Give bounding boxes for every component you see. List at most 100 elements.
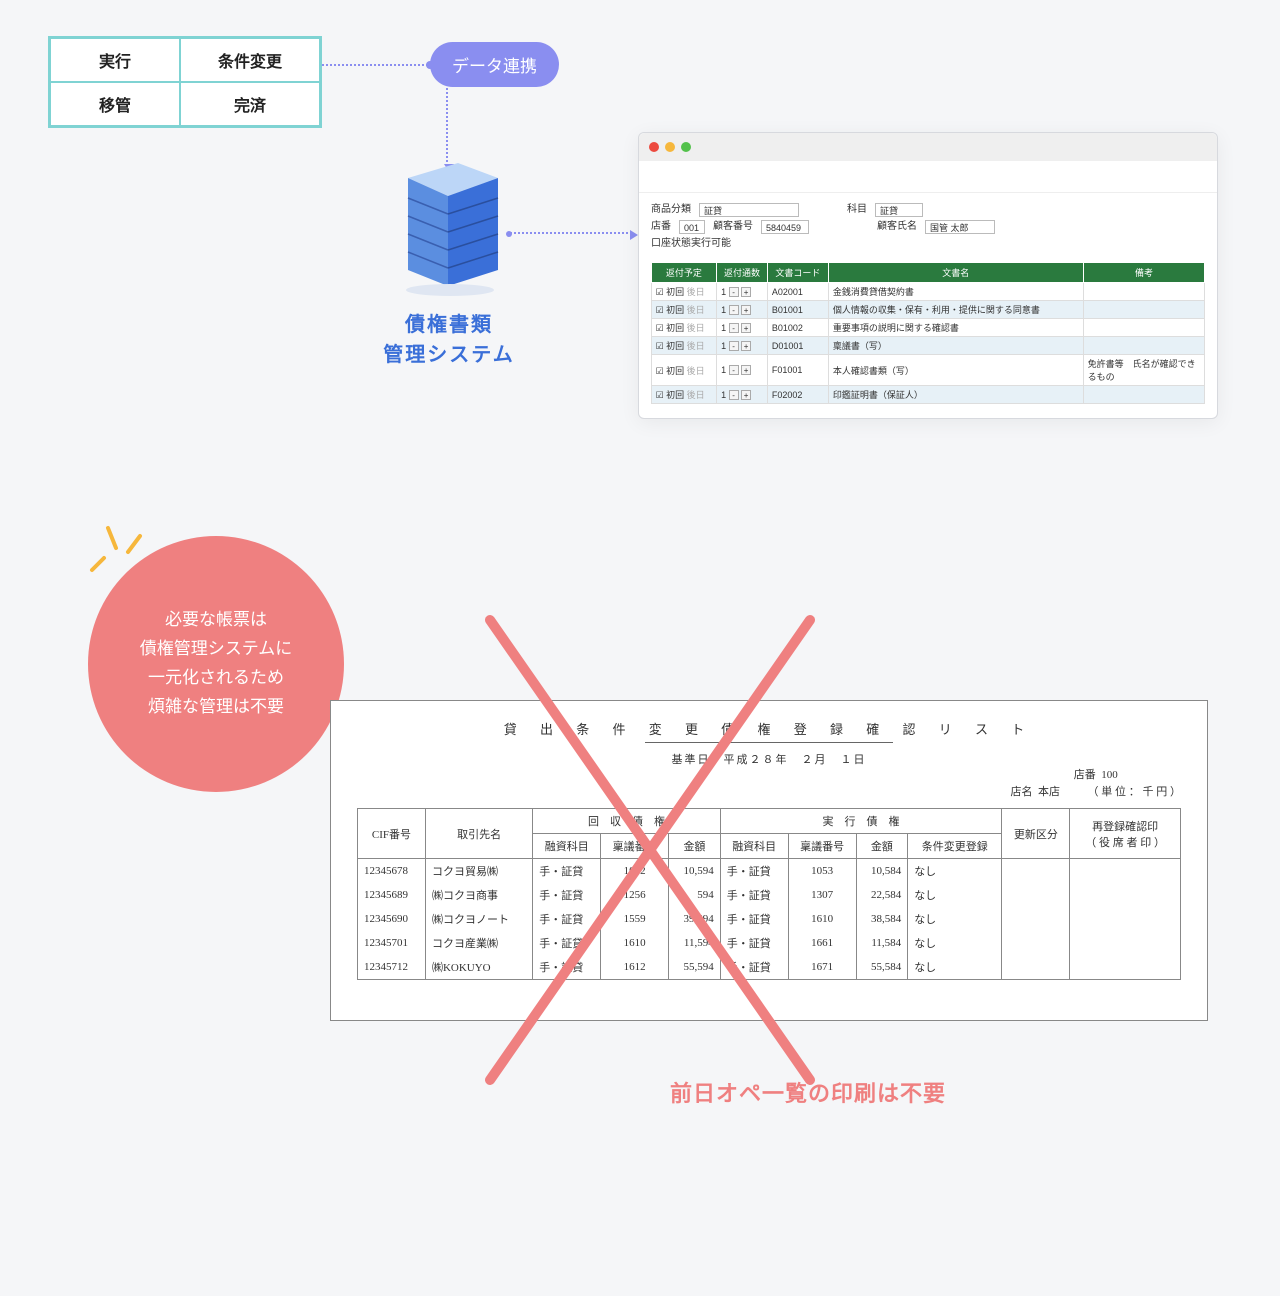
rc-s2: 手・証貸 [720,955,788,980]
field-custno[interactable]: 5840459 [761,220,809,234]
rc-cond: なし [908,931,1002,955]
rc-r2: 1307 [788,883,856,907]
doc-cell-count: 1 - + [717,301,768,319]
rc-cond: なし [908,907,1002,931]
rh-ringi2: 稟議番号 [788,834,856,859]
rc-a1: 594 [669,883,721,907]
rc-seal [1070,859,1181,884]
doc-cell-plan: ☑ 初回 後日 [651,355,717,386]
rc-r2: 1610 [788,907,856,931]
doc-row: ☑ 初回 後日1 - +B01001個人情報の収集・保有・利用・提供に関する同意… [651,301,1205,319]
field-branch[interactable]: 001 [679,220,705,234]
rh-seal-l2: （ 役 席 者 印 ） [1085,837,1165,849]
label-custno: 顧客番号 [713,218,753,235]
col-return-plan: 返付予定 [651,263,717,283]
rh-group2: 実 行 債 権 [720,809,1002,834]
field-subject[interactable]: 証貸 [875,203,923,217]
label-subject: 科目 [847,201,867,218]
col-return-count: 返付通数 [717,263,768,283]
doc-cell-count: 1 - + [717,319,768,337]
doc-cell-remark [1083,386,1205,404]
rc-client: ㈱KOKUYO [425,955,532,980]
rh-seal-l1: 再登録確認印 [1092,821,1158,833]
label-status: 口座状態実行可能 [651,235,1205,252]
rh-update: 更新区分 [1002,809,1070,859]
doc-cell-code: A02001 [767,283,828,301]
doc-cell-name: 本人確認書類（写） [828,355,1083,386]
rc-r1: 1002 [601,859,669,884]
report-title: 貸 出 条 件 変 更 債 権 登 録 確 認 リ ス ト [357,719,1181,738]
maximize-icon[interactable] [681,142,691,152]
doc-cell-count: 1 - + [717,283,768,301]
rc-a2: 38,584 [856,907,908,931]
report-branchnm: 本店 [1038,786,1060,798]
rc-s2: 手・証貸 [720,907,788,931]
rc-a2: 11,584 [856,931,908,955]
rc-client: コクヨ貿易㈱ [425,859,532,884]
doc-row: ☑ 初回 後日1 - +F01001本人確認書類（写）免許書等 氏名が確認できる… [651,355,1205,386]
col-doc-code: 文書コード [767,263,828,283]
server-label-line1: 債権書類 [405,314,493,336]
rc-a1: 11,594 [669,931,721,955]
doc-cell-code: D01001 [767,337,828,355]
rc-r1: 1256 [601,883,669,907]
close-icon[interactable] [649,142,659,152]
doc-row: ☑ 初回 後日1 - +D01001稟議書（写） [651,337,1205,355]
rc-update [1002,883,1070,907]
doc-cell-count: 1 - + [717,386,768,404]
rc-seal [1070,883,1181,907]
circle-line2: 債権管理システムに [140,639,293,658]
form-area: 商品分類 証貸 科目 証貸 店番 001 顧客番号 5840459 顧客氏名 国… [639,193,1217,258]
doc-cell-count: 1 - + [717,337,768,355]
doc-cell-plan: ☑ 初回 後日 [651,337,717,355]
rc-s2: 手・証貸 [720,931,788,955]
circle-line1: 必要な帳票は [165,610,267,629]
doc-cell-plan: ☑ 初回 後日 [651,386,717,404]
server-icon [388,158,508,298]
caption-no-print: 前日オペ一覧の印刷は不要 [670,1076,946,1108]
field-custname[interactable]: 国管 太郎 [925,220,995,234]
circle-line3: 一元化されるため [148,668,284,687]
rc-cond: なし [908,883,1002,907]
report-date: 基準日 平成２８年 ２月 １日 [357,751,1181,767]
minimize-icon[interactable] [665,142,675,152]
rc-update [1002,931,1070,955]
doc-cell-code: B01001 [767,301,828,319]
report-branchno-label: 店番 [1074,769,1096,781]
server-label: 債権書類 管理システム [326,310,572,370]
rc-update [1002,907,1070,931]
cell-modify: 条件変更 [180,38,320,82]
cell-execute: 実行 [50,38,180,82]
rc-seal [1070,907,1181,931]
rc-update [1002,859,1070,884]
rc-s1: 手・証貸 [533,859,601,884]
rc-cond: なし [908,955,1002,980]
rc-a1: 10,594 [669,859,721,884]
rc-seal [1070,931,1181,955]
rc-a2: 55,584 [856,955,908,980]
doc-row: ☑ 初回 後日1 - +B01002重要事項の説明に関する確認書 [651,319,1205,337]
doc-cell-code: B01002 [767,319,828,337]
rc-s2: 手・証貸 [720,883,788,907]
rc-cond: なし [908,859,1002,884]
connector-grid-to-pill [322,64,432,66]
report-branchno: 100 [1101,769,1118,781]
doc-cell-name: 重要事項の説明に関する確認書 [828,319,1083,337]
field-category[interactable]: 証貸 [699,203,799,217]
window-titlebar [639,133,1217,161]
rc-r2: 1671 [788,955,856,980]
doc-cell-code: F01001 [767,355,828,386]
report-row: 12345689㈱コクヨ商事手・証貸1256594手・証貸130722,584な… [358,883,1181,907]
rc-s2: 手・証貸 [720,859,788,884]
rh-subj1: 融資科目 [533,834,601,859]
rc-r1: 1559 [601,907,669,931]
cell-complete: 完済 [180,82,320,126]
event-grid: 実行 条件変更 移管 完済 [48,36,322,128]
rc-r2: 1661 [788,931,856,955]
rc-s1: 手・証貸 [533,955,601,980]
rc-cif: 12345701 [358,931,426,955]
report-row: 12345712㈱KOKUYO手・証貸161255,594手・証貸167155,… [358,955,1181,980]
label-category: 商品分類 [651,201,691,218]
cell-transfer: 移管 [50,82,180,126]
doc-row: ☑ 初回 後日1 - +F02002印鑑証明書（保証人） [651,386,1205,404]
